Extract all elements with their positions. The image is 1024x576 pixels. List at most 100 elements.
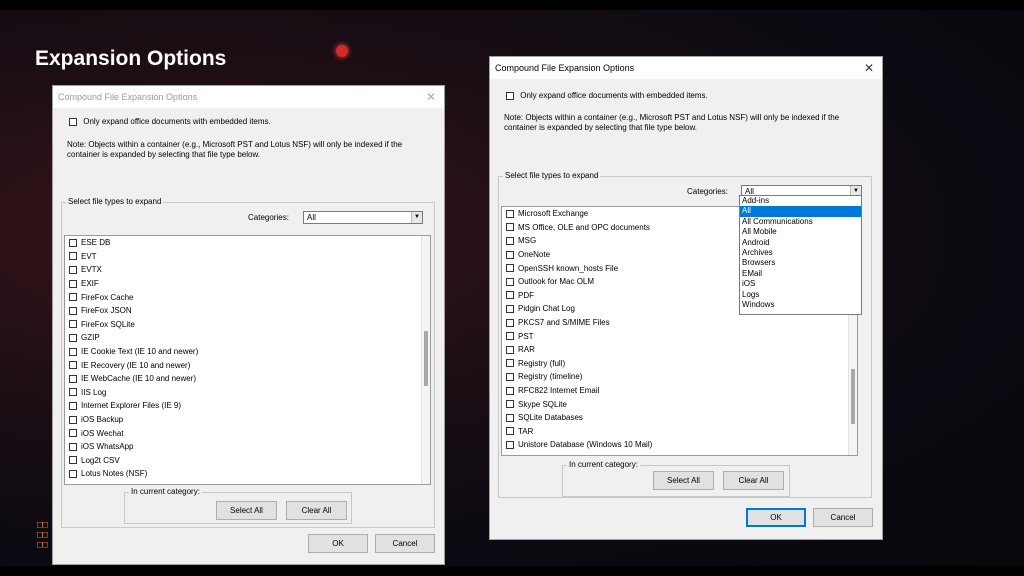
right-close-icon[interactable]: ✕ <box>856 61 882 75</box>
list-item[interactable]: RAR <box>502 343 857 357</box>
file-type-checkbox[interactable] <box>506 440 514 449</box>
left-dialog-titlebar[interactable]: Compound File Expansion Options ✕ <box>53 86 444 108</box>
category-option[interactable]: Archives <box>740 248 861 258</box>
left-file-type-list[interactable]: ESE DB EVT EVTX EXIF FireFox Cache FireFox JS… <box>64 235 431 485</box>
category-option[interactable]: EMail <box>740 269 861 279</box>
file-type-checkbox[interactable] <box>506 372 514 381</box>
left-ok-button[interactable]: OK <box>308 534 368 553</box>
left-in-category-label: In current category: <box>129 487 202 496</box>
file-type-checkbox[interactable] <box>69 442 77 451</box>
file-type-checkbox[interactable] <box>506 386 514 395</box>
list-item[interactable]: EVTX <box>65 263 430 277</box>
list-item[interactable]: iOS Backup <box>65 413 430 427</box>
file-type-checkbox[interactable] <box>506 236 514 245</box>
category-option[interactable]: All Mobile <box>740 227 861 237</box>
file-type-checkbox[interactable] <box>69 374 77 383</box>
file-type-checkbox[interactable] <box>506 209 514 218</box>
list-item[interactable]: Unistore Database (Windows 10 Mail) <box>502 438 857 452</box>
list-item[interactable]: ESE DB <box>65 236 430 250</box>
file-type-checkbox[interactable] <box>506 250 514 259</box>
list-item[interactable]: RFC822 Internet Email <box>502 384 857 398</box>
file-type-checkbox[interactable] <box>69 238 77 247</box>
list-item[interactable]: FireFox JSON <box>65 304 430 318</box>
file-type-checkbox[interactable] <box>69 469 77 478</box>
left-scroll-thumb[interactable] <box>424 331 428 386</box>
file-type-checkbox[interactable] <box>506 332 514 341</box>
file-type-checkbox[interactable] <box>69 333 77 342</box>
file-type-checkbox[interactable] <box>506 359 514 368</box>
right-select-all-button[interactable]: Select All <box>653 471 714 490</box>
category-option[interactable]: Android <box>740 238 861 248</box>
list-item[interactable]: IE Cookie Text (IE 10 and newer) <box>65 345 430 359</box>
left-list-scrollbar[interactable] <box>421 236 430 484</box>
right-ok-button[interactable]: OK <box>746 508 806 527</box>
right-only-expand-checkbox[interactable] <box>506 91 514 100</box>
category-option[interactable]: Logs <box>740 290 861 300</box>
file-type-checkbox[interactable] <box>506 427 514 436</box>
right-dialog-titlebar[interactable]: Compound File Expansion Options ✕ <box>490 57 882 79</box>
file-type-checkbox[interactable] <box>506 413 514 422</box>
list-item[interactable]: PST <box>502 329 857 343</box>
left-chevron-down-icon[interactable]: ▼ <box>411 212 422 223</box>
list-item[interactable]: IE WebCache (IE 10 and newer) <box>65 372 430 386</box>
right-cancel-button[interactable]: Cancel <box>813 508 873 527</box>
list-item[interactable]: GZIP <box>65 331 430 345</box>
file-type-checkbox[interactable] <box>506 400 514 409</box>
right-dialog: Compound File Expansion Options ✕ Only e… <box>489 56 883 540</box>
file-type-checkbox[interactable] <box>69 429 77 438</box>
list-item[interactable]: iOS Wechat <box>65 426 430 440</box>
left-only-expand-checkbox[interactable] <box>69 117 77 126</box>
list-item[interactable]: IIS Log <box>65 386 430 400</box>
file-type-checkbox[interactable] <box>506 264 514 273</box>
list-item[interactable]: PKCS7 and S/MIME Files <box>502 316 857 330</box>
file-type-checkbox[interactable] <box>69 265 77 274</box>
file-type-checkbox[interactable] <box>69 279 77 288</box>
file-type-checkbox[interactable] <box>69 388 77 397</box>
left-cancel-button[interactable]: Cancel <box>375 534 435 553</box>
category-option[interactable]: iOS <box>740 279 861 289</box>
file-type-checkbox[interactable] <box>69 415 77 424</box>
file-type-checkbox[interactable] <box>506 304 514 313</box>
file-type-checkbox[interactable] <box>69 252 77 261</box>
category-option[interactable]: All Communications <box>740 217 861 227</box>
list-item[interactable]: Registry (full) <box>502 357 857 371</box>
file-type-checkbox[interactable] <box>506 291 514 300</box>
list-item[interactable]: FireFox Cache <box>65 290 430 304</box>
category-option[interactable]: Windows <box>740 300 861 310</box>
list-item[interactable]: FireFox SQLite <box>65 318 430 332</box>
category-dropdown-list[interactable]: Add-ins All All Communications All Mobile An… <box>739 195 862 315</box>
left-only-expand-row[interactable]: Only expand office documents with embedd… <box>69 117 271 126</box>
right-scroll-thumb[interactable] <box>851 369 855 424</box>
list-item[interactable]: TAR <box>502 425 857 439</box>
right-only-expand-row[interactable]: Only expand office documents with embedd… <box>506 91 708 100</box>
file-type-checkbox[interactable] <box>69 456 77 465</box>
list-item[interactable]: EVT <box>65 250 430 264</box>
list-item[interactable]: Skype SQLite <box>502 397 857 411</box>
category-option[interactable]: Add-ins <box>740 196 861 206</box>
file-type-checkbox[interactable] <box>69 361 77 370</box>
list-item[interactable]: SQLite Databases <box>502 411 857 425</box>
file-type-checkbox[interactable] <box>69 293 77 302</box>
file-type-checkbox[interactable] <box>69 347 77 356</box>
file-type-checkbox[interactable] <box>69 401 77 410</box>
list-item[interactable]: Lotus Notes (NSF) <box>65 467 430 481</box>
list-item[interactable]: IE Recovery (IE 10 and newer) <box>65 358 430 372</box>
list-item[interactable]: iOS WhatsApp <box>65 440 430 454</box>
left-close-icon[interactable]: ✕ <box>418 90 444 104</box>
left-categories-select[interactable]: All ▼ <box>303 211 423 224</box>
list-item[interactable]: EXIF <box>65 277 430 291</box>
file-type-checkbox[interactable] <box>506 318 514 327</box>
list-item[interactable]: Registry (timeline) <box>502 370 857 384</box>
file-type-checkbox[interactable] <box>506 277 514 286</box>
category-option[interactable]: Browsers <box>740 258 861 268</box>
file-type-checkbox[interactable] <box>69 306 77 315</box>
left-select-all-button[interactable]: Select All <box>216 501 277 520</box>
list-item[interactable]: Log2t CSV <box>65 454 430 468</box>
file-type-checkbox[interactable] <box>506 223 514 232</box>
right-clear-all-button[interactable]: Clear All <box>723 471 784 490</box>
category-option[interactable]: All <box>740 206 861 217</box>
list-item[interactable]: Internet Explorer Files (IE 9) <box>65 399 430 413</box>
file-type-checkbox[interactable] <box>506 345 514 354</box>
left-clear-all-button[interactable]: Clear All <box>286 501 347 520</box>
file-type-checkbox[interactable] <box>69 320 77 329</box>
